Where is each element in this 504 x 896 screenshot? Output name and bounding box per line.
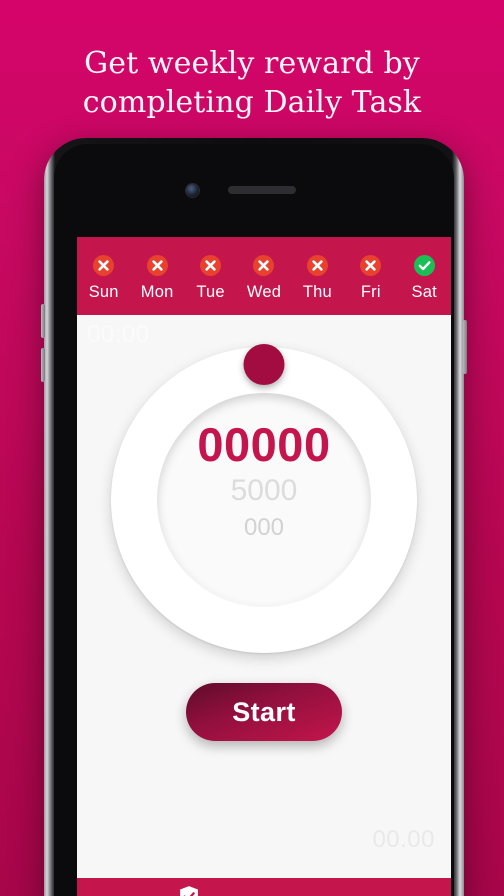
close-circle-icon — [253, 254, 275, 276]
phone-device-frame: Sun Mon Tue Wed Thu Fri Sat 00:00 00000 … — [41, 138, 467, 896]
timer-screen-body: 00:00 00000 5000 000 Start 00.00 — [77, 315, 451, 878]
timer-value-sub: 5000 — [230, 474, 298, 507]
phone-bezel: Sun Mon Tue Wed Thu Fri Sat 00:00 00000 … — [54, 144, 454, 896]
day-item-sun[interactable]: Sun — [77, 254, 130, 302]
close-circle-icon — [93, 254, 115, 276]
day-label: Sun — [88, 282, 119, 301]
day-item-mon[interactable]: Mon — [130, 254, 183, 302]
elapsed-time-bottom-right: 00.00 — [372, 826, 435, 853]
nav-item-tasks[interactable]: Tasks — [152, 884, 227, 896]
volume-up-button[interactable] — [41, 304, 45, 338]
day-item-wed[interactable]: Wed — [237, 254, 290, 302]
elapsed-time-top-left: 00:00 — [87, 321, 150, 348]
timer-value-main: 00000 — [197, 418, 331, 471]
earpiece-speaker — [228, 186, 296, 194]
power-button[interactable] — [463, 320, 467, 374]
check-circle-icon — [413, 254, 435, 276]
weekly-progress-bar: Sun Mon Tue Wed Thu Fri Sat — [77, 237, 451, 315]
front-camera-icon — [186, 184, 199, 197]
start-button[interactable]: Start — [186, 683, 342, 741]
fan-icon — [250, 892, 278, 896]
day-item-sat[interactable]: Sat — [398, 254, 451, 302]
shield-check-icon — [180, 886, 199, 896]
day-label: Mon — [140, 282, 174, 301]
bottom-navigation-bar: Tasks — [77, 878, 451, 896]
day-label: Tue — [196, 282, 225, 301]
close-circle-icon — [146, 254, 168, 276]
volume-down-button[interactable] — [41, 348, 45, 382]
promo-screenshot: Get weekly reward by completing Daily Ta… — [0, 0, 504, 896]
app-screen: Sun Mon Tue Wed Thu Fri Sat 00:00 00000 … — [77, 237, 451, 896]
close-circle-icon — [306, 254, 328, 276]
day-item-thu[interactable]: Thu — [291, 254, 344, 302]
close-circle-icon — [360, 254, 382, 276]
day-label: Thu — [302, 282, 332, 301]
dial-knob-handle[interactable] — [243, 344, 285, 385]
day-label: Sat — [411, 282, 437, 301]
page-title: Get weekly reward by completing Daily Ta… — [82, 46, 422, 120]
day-item-tue[interactable]: Tue — [184, 254, 237, 302]
close-circle-icon — [200, 254, 222, 276]
circular-timer-dial[interactable]: 00000 5000 000 — [111, 344, 417, 653]
day-item-fri[interactable]: Fri — [344, 254, 397, 302]
dial-readout: 00000 5000 000 — [111, 419, 417, 545]
timer-value-sub2: 000 — [243, 514, 285, 541]
day-label: Wed — [246, 282, 282, 301]
nav-item-fan[interactable] — [227, 892, 302, 896]
day-label: Fri — [360, 282, 381, 301]
